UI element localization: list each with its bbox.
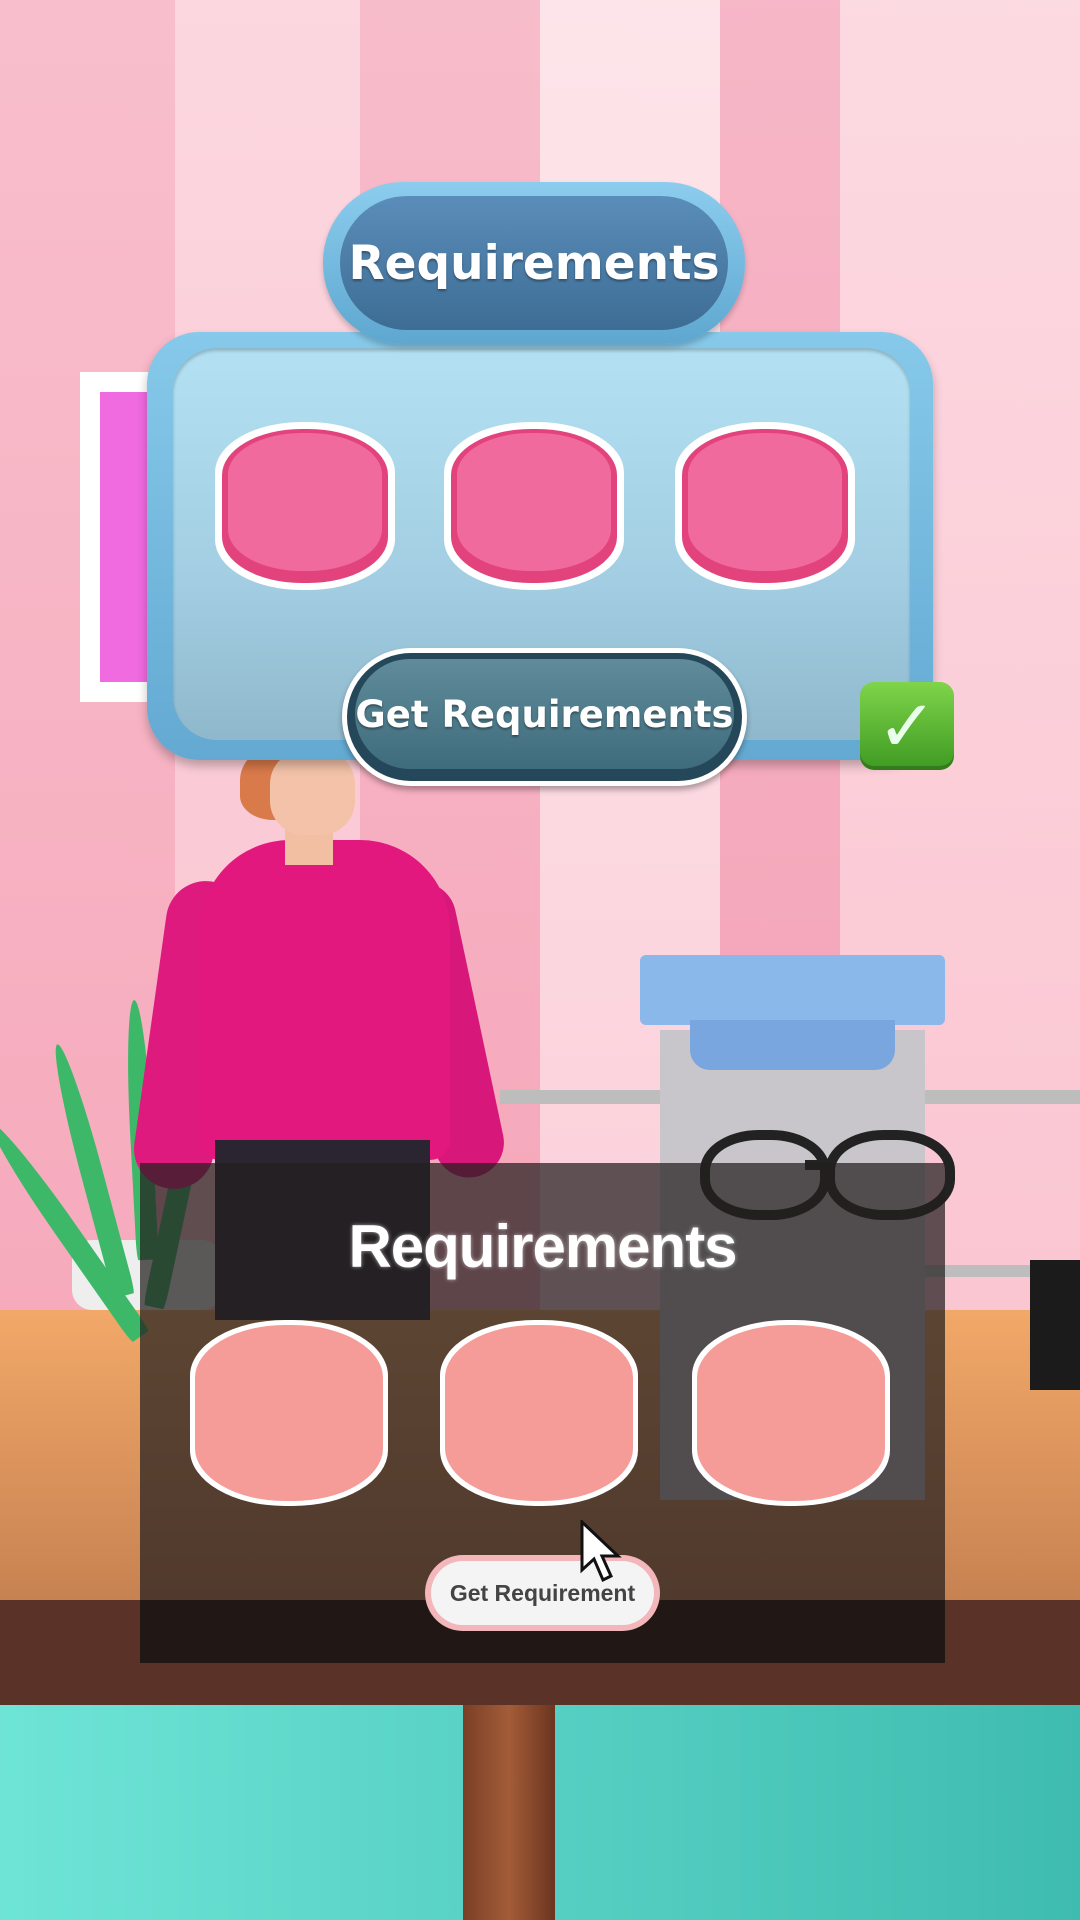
table-leg xyxy=(463,1705,555,1920)
overlay-slot-2[interactable] xyxy=(440,1320,638,1506)
overlay-slot-1[interactable] xyxy=(190,1320,388,1506)
display-frame xyxy=(1030,1260,1080,1390)
get-requirements-button[interactable]: Get Requirements xyxy=(342,648,747,786)
get-requirements-label: Get Requirements xyxy=(355,692,734,736)
lens-machine-lid xyxy=(640,955,945,1025)
requirement-slot-2[interactable] xyxy=(444,422,624,590)
character-face xyxy=(270,750,355,835)
requirement-slot-1[interactable] xyxy=(215,422,395,590)
requirement-slot-3[interactable] xyxy=(675,422,855,590)
checkmark-icon[interactable]: ✓ xyxy=(860,682,954,770)
character-torso xyxy=(200,840,450,1160)
overlay-slot-3[interactable] xyxy=(692,1320,890,1506)
requirements-title: Requirements xyxy=(348,235,720,291)
lens-machine-bowl xyxy=(690,1020,895,1070)
requirements-header-inner: Requirements xyxy=(340,196,728,330)
overlay-title: Requirements xyxy=(348,1213,737,1280)
mouse-pointer-icon xyxy=(580,1520,622,1583)
